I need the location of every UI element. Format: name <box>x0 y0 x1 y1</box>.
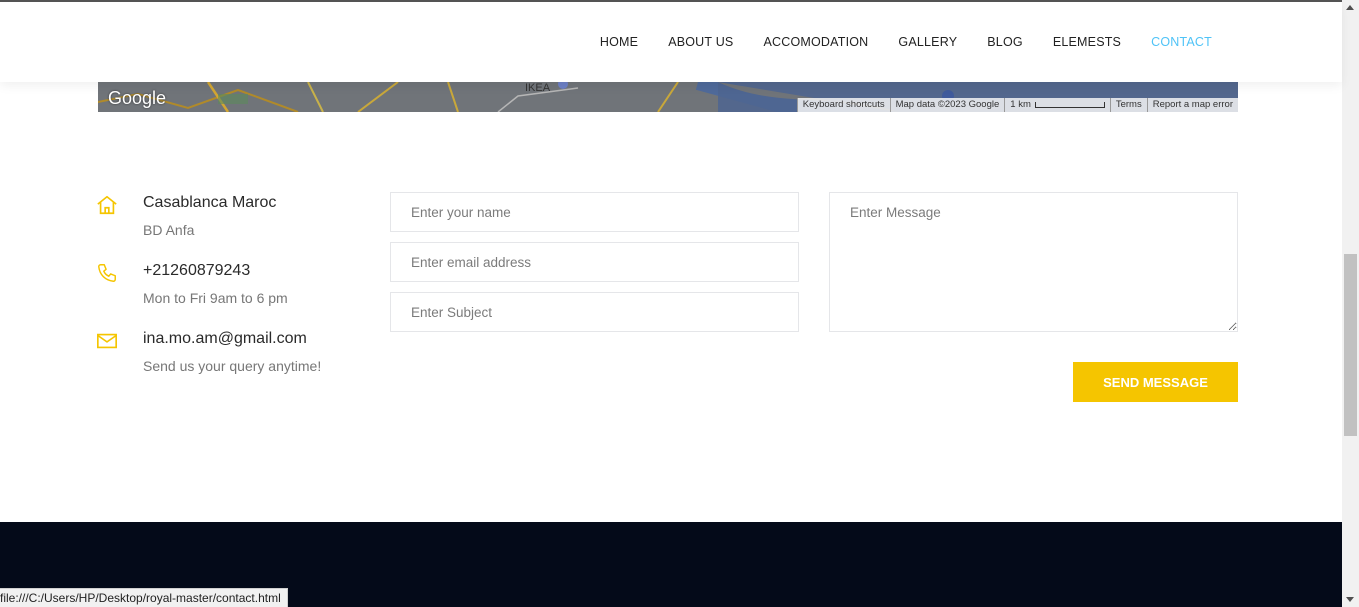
contact-info: Casablanca Maroc BD Anfa +21260879243 Mo… <box>96 192 366 396</box>
send-message-button[interactable]: SEND MESSAGE <box>1073 362 1238 402</box>
main-nav: HOME ABOUT US ACCOMODATION GALLERY BLOG … <box>570 2 1212 82</box>
page-scrollbar[interactable] <box>1342 0 1359 607</box>
google-map[interactable]: Google IKEA Keyboard shortcuts Map data … <box>98 82 1238 112</box>
nav-accomodation[interactable]: ACCOMODATION <box>763 35 868 49</box>
phone-sub: Mon to Fri 9am to 6 pm <box>143 290 288 306</box>
home-icon <box>97 195 117 215</box>
subject-input[interactable] <box>390 292 799 332</box>
nav-about-us[interactable]: ABOUT US <box>668 35 733 49</box>
scroll-up-arrow-icon[interactable] <box>1346 5 1354 10</box>
nav-home[interactable]: HOME <box>600 35 638 49</box>
nav-elemests[interactable]: ELEMESTS <box>1053 35 1121 49</box>
browser-status-bar: file:///C:/Users/HP/Desktop/royal-master… <box>0 588 288 607</box>
email-sub: Send us your query anytime! <box>143 358 322 374</box>
address-sub: BD Anfa <box>143 222 195 238</box>
map-place-label: IKEA <box>525 82 551 94</box>
scrollbar-thumb[interactable] <box>1344 254 1357 436</box>
scroll-down-arrow-icon[interactable] <box>1346 597 1354 602</box>
google-logo: Google <box>108 88 167 108</box>
map-scale-bar <box>1034 102 1105 108</box>
phone-icon <box>98 264 116 282</box>
nav-gallery[interactable]: GALLERY <box>898 35 957 49</box>
phone-block: +21260879243 Mon to Fri 9am to 6 pm <box>96 260 366 328</box>
navbar: HOME ABOUT US ACCOMODATION GALLERY BLOG … <box>0 2 1342 82</box>
nav-blog[interactable]: BLOG <box>987 35 1023 49</box>
report-map-error-link[interactable]: Report a map error <box>1146 98 1238 112</box>
map-scale-label: 1 km <box>1010 99 1031 110</box>
terms-link[interactable]: Terms <box>1109 98 1147 112</box>
email-input[interactable] <box>390 242 799 282</box>
keyboard-shortcuts-link[interactable]: Keyboard shortcuts <box>796 98 890 112</box>
mail-icon <box>97 333 117 349</box>
message-textarea[interactable] <box>829 192 1238 332</box>
name-input[interactable] <box>390 192 799 232</box>
email-title: ina.mo.am@gmail.com <box>143 330 307 347</box>
map-data-label: Map data ©2023 Google <box>889 98 1005 112</box>
address-title: Casablanca Maroc <box>143 194 277 211</box>
address-block: Casablanca Maroc BD Anfa <box>96 192 366 260</box>
map-attribution-bar: Keyboard shortcuts Map data ©2023 Google… <box>796 98 1238 112</box>
phone-title: +21260879243 <box>143 262 251 279</box>
map-scale[interactable]: 1 km <box>1004 98 1110 112</box>
email-block: ina.mo.am@gmail.com Send us your query a… <box>96 328 366 396</box>
nav-contact[interactable]: CONTACT <box>1151 35 1212 49</box>
